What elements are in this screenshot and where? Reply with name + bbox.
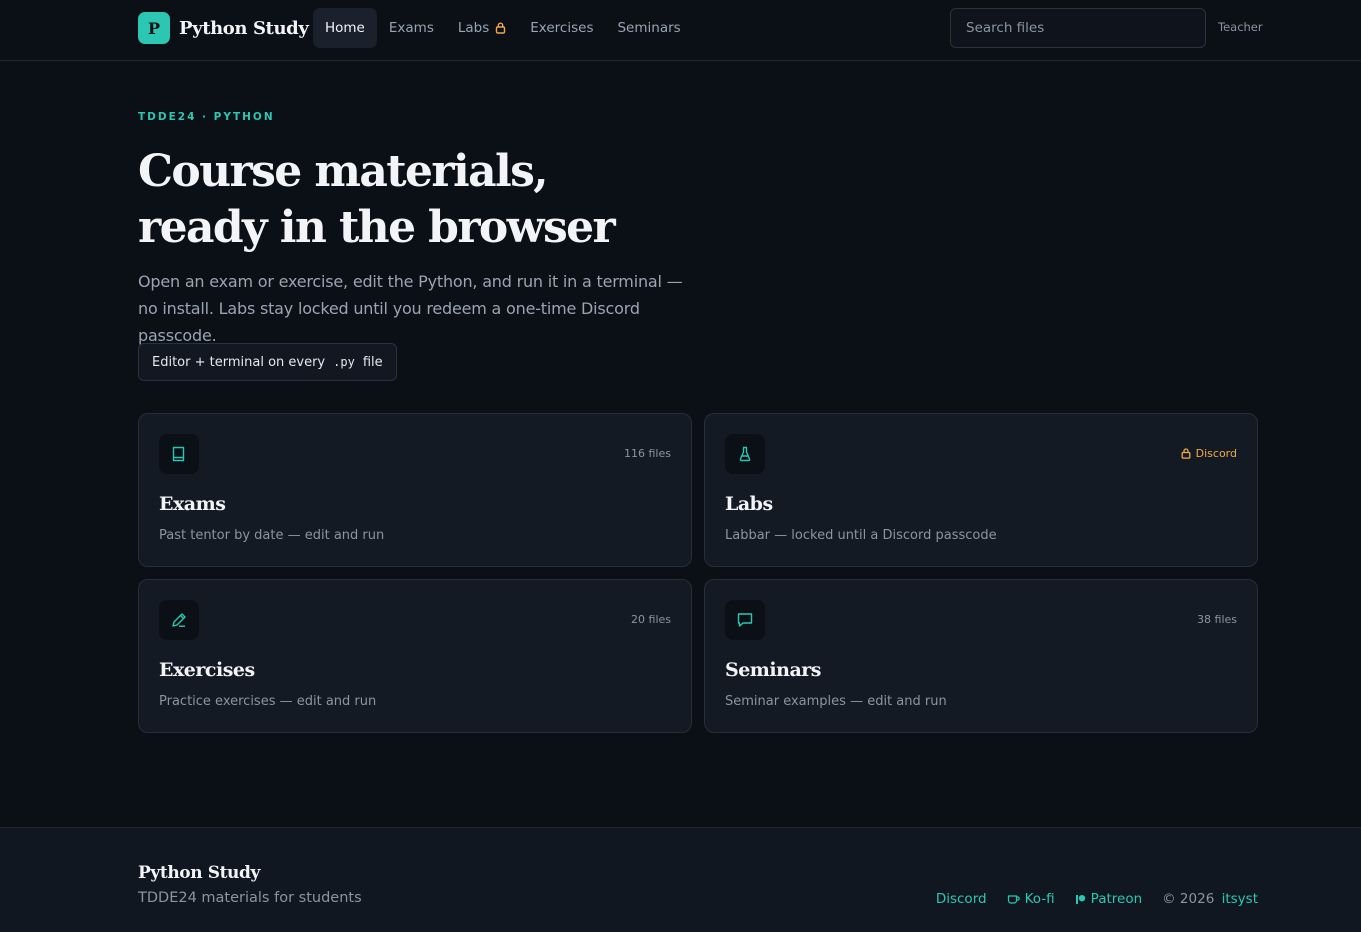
card-title: Exams xyxy=(159,493,226,515)
book-icon xyxy=(159,434,199,474)
file-count: 116 files xyxy=(624,447,671,460)
nav-labs-label: Labs xyxy=(457,20,490,36)
copyright-text: © 2026 xyxy=(1162,891,1215,907)
lock-icon xyxy=(1181,448,1191,459)
pill-prefix: Editor + terminal on every xyxy=(152,354,326,370)
discord-link[interactable]: Discord xyxy=(936,891,987,907)
card-exercises[interactable]: 20 files Exercises Practice exercises — … xyxy=(138,579,692,733)
nav-home-label: Home xyxy=(325,20,365,36)
discord-lock-badge: Discord xyxy=(1181,447,1237,460)
card-title: Labs xyxy=(725,493,773,515)
chat-icon xyxy=(725,600,765,640)
card-title: Seminars xyxy=(725,659,821,681)
top-bar: P Python Study Home Exams Labs Exercises… xyxy=(0,0,1361,61)
pill-code: .py xyxy=(333,355,355,369)
card-seminars[interactable]: 38 files Seminars Seminar examples — edi… xyxy=(704,579,1258,733)
card-description: Past tentor by date — edit and run xyxy=(159,528,385,543)
author-link[interactable]: itsyst xyxy=(1222,891,1258,907)
copyright: © 2026 itsyst xyxy=(1162,891,1258,907)
discord-link-label: Discord xyxy=(935,891,987,907)
patreon-link[interactable]: Patreon xyxy=(1075,891,1142,907)
nav-seminars-label: Seminars xyxy=(617,20,681,36)
card-description: Labbar — locked until a Discord passcode xyxy=(725,528,997,543)
search-input[interactable] xyxy=(950,8,1206,48)
file-count: 20 files xyxy=(631,613,671,626)
card-title: Exercises xyxy=(159,659,255,681)
footer-tagline: TDDE24 materials for students xyxy=(138,890,362,906)
card-description: Seminar examples — edit and run xyxy=(725,694,947,709)
hero-description: Open an exam or exercise, edit the Pytho… xyxy=(138,272,683,345)
nav-exams[interactable]: Exams xyxy=(377,8,446,48)
nav-seminars[interactable]: Seminars xyxy=(605,8,692,48)
card-exams[interactable]: 116 files Exams Past tentor by date — ed… xyxy=(138,413,692,567)
nav-home[interactable]: Home xyxy=(313,8,377,48)
nav-exercises[interactable]: Exercises xyxy=(518,8,605,48)
patreon-icon xyxy=(1075,894,1085,904)
kofi-link[interactable]: Ko-fi xyxy=(1007,891,1055,907)
lock-badge-label: Discord xyxy=(1195,447,1237,460)
page-headline: Course materials, ready in the browser xyxy=(138,144,698,256)
pill-suffix: file xyxy=(362,354,383,370)
headline-line-2: ready in the browser xyxy=(138,202,616,253)
kofi-link-label: Ko-fi xyxy=(1024,891,1055,907)
footer-brand: Python Study xyxy=(138,863,260,883)
lock-icon xyxy=(495,22,506,34)
brand-link[interactable]: P Python Study xyxy=(138,12,309,44)
brand-logo-badge: P xyxy=(138,12,170,44)
main-nav: Home Exams Labs Exercises Seminars xyxy=(313,8,693,48)
footer-links: Discord Ko-fi Patreon © 2026 itsyst xyxy=(916,891,1258,907)
course-eyebrow: TDDE24 · PYTHON xyxy=(138,111,275,123)
card-description: Practice exercises — edit and run xyxy=(159,694,377,709)
file-count: 38 files xyxy=(1197,613,1237,626)
patreon-link-label: Patreon xyxy=(1090,891,1143,907)
nav-exercises-label: Exercises xyxy=(530,20,594,36)
pencil-icon xyxy=(159,600,199,640)
card-labs[interactable]: Discord Labs Labbar — locked until a Dis… xyxy=(704,413,1258,567)
brand-name: Python Study xyxy=(179,17,309,39)
headline-line-1: Course materials, xyxy=(138,146,549,197)
flask-icon xyxy=(725,434,765,474)
coffee-icon xyxy=(1007,895,1020,904)
teacher-link[interactable]: Teacher xyxy=(1218,20,1263,34)
footer: Python Study TDDE24 materials for studen… xyxy=(0,827,1361,932)
feature-pill: Editor + terminal on every .py file xyxy=(138,343,397,381)
nav-labs[interactable]: Labs xyxy=(446,8,518,48)
nav-exams-label: Exams xyxy=(388,20,434,36)
